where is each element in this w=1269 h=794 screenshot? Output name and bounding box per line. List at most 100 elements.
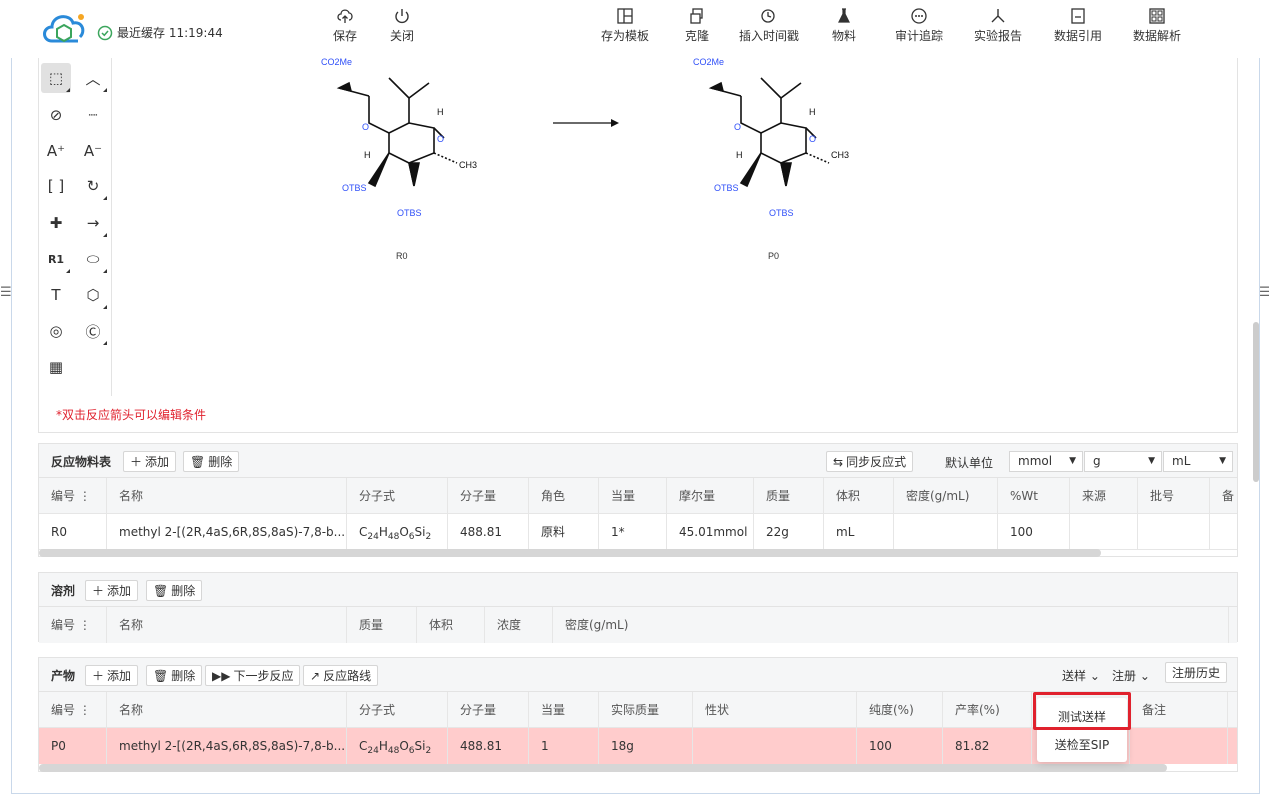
cell-eq[interactable]: 1	[529, 728, 599, 764]
cell-actual-mass[interactable]: 18g	[599, 728, 693, 764]
reaction-table-row[interactable]: R0 methyl 2-[(2R,4aS,6R,8S,8aS)-7,8-b...…	[39, 514, 1237, 550]
cell-id: R0	[39, 514, 107, 550]
col-purity: 纯度(%)	[857, 692, 943, 728]
register-dropdown[interactable]: 注册 ⌄	[1112, 667, 1150, 684]
reaction-drawing: CO2Me O H O H CH3 OTBS OTBS R0 CO2Me O H…	[321, 58, 849, 261]
menu-item-send-to-sip[interactable]: 送检至SIP	[1037, 732, 1127, 758]
reaction-add-label: 添加	[145, 455, 170, 469]
caret-down-icon: ▼	[1148, 456, 1155, 466]
p0-otbs1-text: OTBS	[714, 183, 739, 193]
add-fragment-tool-icon[interactable]: ✚	[41, 208, 71, 238]
cell-wt[interactable]: 100	[998, 514, 1070, 550]
solvent-add-button[interactable]: ＋添加	[85, 580, 139, 601]
materials-button[interactable]: 物料	[832, 7, 856, 44]
product-delete-button[interactable]: 🗑 删除	[146, 665, 203, 686]
unit-select-mass[interactable]: g ▼	[1084, 451, 1162, 472]
reaction-route-button[interactable]: ↗ 反应路线	[303, 665, 379, 686]
ellipse-tool-icon[interactable]: ⬭	[78, 244, 108, 274]
right-resize-handle[interactable]: ☰	[1259, 285, 1269, 300]
charge-plus-tool-icon[interactable]: A⁺	[41, 136, 71, 166]
col-mw: 分子量	[448, 478, 529, 514]
cell-batch[interactable]	[1138, 514, 1210, 550]
unit-mass-value: g	[1093, 454, 1101, 468]
cell-eq[interactable]: 1*	[599, 514, 667, 550]
text-tool-icon[interactable]: T	[41, 280, 71, 310]
solvent-delete-button[interactable]: 🗑 删除	[146, 580, 203, 601]
cell-note[interactable]	[1130, 728, 1228, 764]
sync-reaction-button[interactable]: ⇆ 同步反应式	[826, 451, 914, 472]
close-button[interactable]: 关闭	[390, 7, 414, 44]
column-menu-icon[interactable]: ⋮	[79, 489, 91, 503]
p0-h2-text: H	[736, 150, 743, 160]
data-parse-label: 数据解析	[1133, 29, 1182, 43]
audit-button[interactable]: 审计追踪	[895, 7, 943, 44]
select-tool-icon[interactable]: ⬚	[41, 63, 71, 93]
r0-h1-text: H	[437, 107, 444, 117]
cell-mol[interactable]: 45.01mmol	[667, 514, 754, 550]
col-mass: 质量	[347, 607, 417, 643]
unit-select-volume[interactable]: mL ▼	[1163, 451, 1233, 472]
r0-o2-text: O	[437, 134, 444, 144]
save-status: 最近缓存 11:19:44	[97, 24, 223, 41]
save-template-label: 存为模板	[601, 29, 650, 43]
data-ref-button[interactable]: 数据引用	[1054, 7, 1102, 44]
next-step-button[interactable]: ▶▶ 下一步反应	[205, 665, 301, 686]
charge-minus-tool-icon[interactable]: A⁻	[78, 136, 108, 166]
eraser-tool-icon[interactable]: ⊘	[41, 100, 71, 130]
insert-timestamp-button[interactable]: 插入时间戳	[739, 7, 799, 44]
template-tool-icon[interactable]: ◎	[41, 316, 71, 346]
report-button[interactable]: 实验报告	[974, 7, 1022, 44]
cloud-upload-icon	[337, 9, 353, 23]
cell-purity[interactable]: 100	[857, 728, 943, 764]
save-template-button[interactable]: 存为模板	[601, 7, 649, 44]
ring-tool-icon[interactable]: ⬡	[78, 280, 108, 310]
cell-volume[interactable]: mL	[824, 514, 894, 550]
arrow-tool-icon[interactable]: →	[78, 208, 108, 238]
send-sample-dropdown[interactable]: 送样 ⌄	[1062, 667, 1100, 684]
solvent-table-panel: 溶剂 ＋添加 🗑 删除 编号 ⋮ 名称 质量 体积 浓度 密度(g/mL)	[38, 572, 1238, 643]
vertical-scrollbar[interactable]	[1253, 322, 1259, 482]
col-volume: 体积	[824, 478, 894, 514]
atom-c-tool-icon[interactable]: Ⓒ	[78, 316, 108, 346]
rotate-tool-icon[interactable]: ↻	[78, 171, 108, 201]
reaction-arrow[interactable]	[553, 119, 619, 127]
save-button[interactable]: 保存	[333, 7, 357, 44]
structure-canvas[interactable]: CO2Me O H O H CH3 OTBS OTBS R0 CO2Me O H…	[38, 58, 1238, 433]
r0-otbs1-text: OTBS	[342, 183, 367, 193]
periodic-table-tool-icon[interactable]: ▦	[41, 352, 71, 382]
col-id: 编号 ⋮	[39, 607, 107, 643]
close-label: 关闭	[390, 29, 415, 43]
reaction-table-title: 反应物料表	[51, 455, 112, 469]
cell-appearance[interactable]	[693, 728, 857, 764]
reaction-add-button[interactable]: ＋添加	[123, 451, 177, 472]
column-menu-icon[interactable]: ⋮	[79, 703, 91, 717]
product-add-button[interactable]: ＋添加	[85, 665, 139, 686]
col-note: 备注	[1130, 692, 1228, 728]
drawing-tools: ⬚ ︿ ⊘ ┈ A⁺ A⁻ [ ] ↻ ✚ → R1 ⬭ T ⬡ ◎ Ⓒ ▦	[38, 58, 112, 396]
cell-name: methyl 2-[(2R,4aS,6R,8S,8aS)-7,8-b...	[107, 514, 347, 550]
solvent-table-head-row: 编号 ⋮ 名称 质量 体积 浓度 密度(g/mL)	[39, 607, 1237, 643]
bond-tool-icon[interactable]: ︿	[78, 63, 108, 93]
reaction-delete-button[interactable]: 🗑 删除	[183, 451, 240, 472]
clone-button[interactable]: 克隆	[685, 7, 709, 44]
caret-down-icon: ▼	[1069, 456, 1076, 466]
cell-density[interactable]	[894, 514, 998, 550]
reaction-table-scrollbar[interactable]	[39, 549, 1101, 557]
left-resize-handle[interactable]: ☰	[0, 285, 12, 300]
col-mol: 摩尔量	[667, 478, 754, 514]
product-table-scrollbar[interactable]	[39, 764, 1167, 772]
register-history-button[interactable]: 注册历史	[1165, 662, 1228, 683]
plus-icon: ＋	[92, 584, 105, 598]
solvent-table-title: 溶剂	[51, 584, 76, 598]
r0-co2me-text: CO2Me	[321, 58, 352, 67]
cell-source[interactable]	[1070, 514, 1138, 550]
dotted-bond-tool-icon[interactable]: ┈	[78, 100, 108, 130]
bracket-tool-icon[interactable]: [ ]	[41, 171, 71, 201]
data-parse-button[interactable]: 数据解析	[1133, 7, 1181, 44]
unit-select-mol[interactable]: mmol ▼	[1009, 451, 1083, 472]
r0-h2-text: H	[364, 150, 371, 160]
rgroup-tool-icon[interactable]: R1	[41, 244, 71, 274]
column-menu-icon[interactable]: ⋮	[79, 618, 91, 632]
cell-mass[interactable]: 22g	[754, 514, 824, 550]
col-batch: 批号	[1138, 478, 1210, 514]
